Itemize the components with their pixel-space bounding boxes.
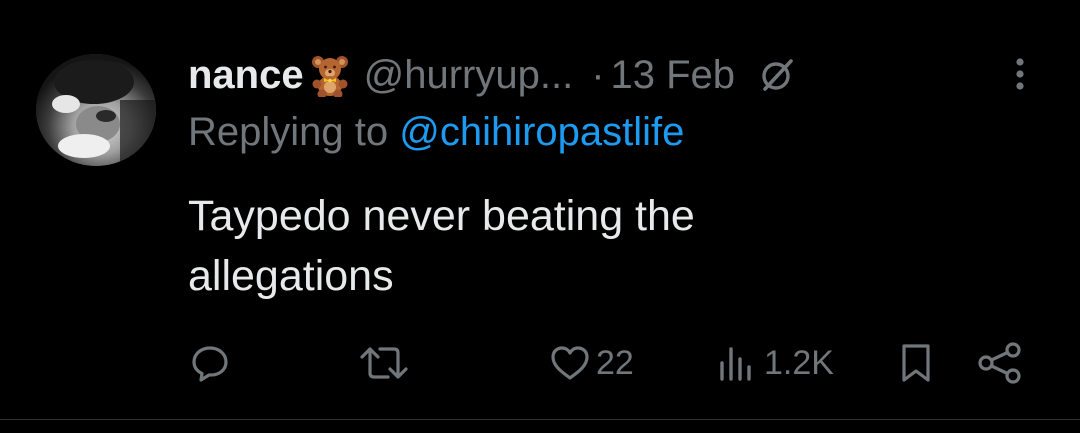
comment-icon [192, 346, 228, 382]
tweet-text: Taypedo never beating the allegations [188, 186, 888, 306]
replying-to-label: Replying to [188, 110, 400, 154]
separator-dot: · [591, 52, 605, 97]
like-button[interactable]: 22 [548, 338, 634, 388]
replying-to: Replying to @chihiropastlife [188, 110, 684, 155]
tweet-text-line: allegations [188, 252, 394, 300]
action-bar: 22 1.2K [0, 338, 1080, 388]
bookmark-button[interactable] [896, 338, 936, 388]
share-icon [978, 342, 1021, 384]
teddy-bear-icon [308, 53, 352, 97]
divider [0, 419, 1080, 420]
avatar[interactable] [36, 54, 156, 166]
timestamp[interactable]: 13 Feb [611, 53, 736, 98]
views-count: 1.2K [764, 343, 834, 382]
heart-icon [551, 346, 589, 380]
more-options-icon[interactable] [1004, 54, 1036, 94]
reply-button[interactable] [188, 338, 232, 388]
retweet-button[interactable] [358, 338, 410, 388]
share-button[interactable] [976, 338, 1024, 388]
user-handle[interactable]: @hurryup... [364, 53, 574, 98]
grok-icon[interactable] [757, 55, 797, 95]
tweet-header: nance @hurryup... · 13 Feb [188, 50, 797, 100]
views-button[interactable]: 1.2K [716, 338, 834, 388]
retweet-icon [360, 347, 408, 379]
avatar-image [36, 54, 156, 166]
tweet[interactable]: nance @hurryup... · 13 Feb Replying to @… [0, 0, 1080, 433]
bookmark-icon [902, 344, 930, 382]
bar-chart-icon [720, 347, 751, 381]
tweet-text-line: Taypedo never beating the [188, 192, 695, 240]
replying-to-handle[interactable]: @chihiropastlife [399, 110, 684, 154]
like-count: 22 [596, 343, 634, 382]
display-name[interactable]: nance [188, 53, 304, 98]
